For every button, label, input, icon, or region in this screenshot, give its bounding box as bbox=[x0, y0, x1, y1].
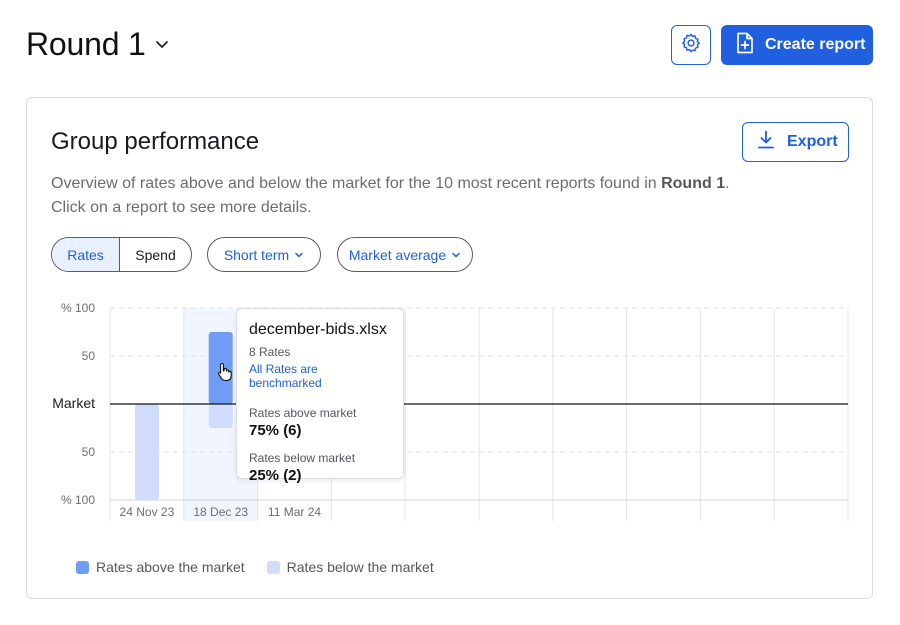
tooltip-above-value: 75% (6) bbox=[249, 422, 302, 439]
tooltip-below-label: Rates below market bbox=[249, 451, 356, 465]
legend-item-below: Rates below the market bbox=[266, 559, 434, 575]
x-tick-label: 24 Nov 23 bbox=[120, 505, 175, 519]
tooltip-file-name: december-bids.xlsx bbox=[249, 321, 387, 338]
y-tick-label: % 100 bbox=[61, 493, 95, 507]
performance-chart: 24 Nov 23 18 Dec 23 11 Mar 24 Market % 100 50… bbox=[52, 301, 849, 521]
pointer-hand-icon bbox=[217, 362, 233, 387]
x-tick-label: 18 Dec 23 bbox=[193, 505, 248, 519]
legend-label-below: Rates below the market bbox=[286, 559, 434, 575]
y-tick-label: 50 bbox=[82, 349, 96, 363]
y-tick-label: % 100 bbox=[61, 301, 95, 315]
bar-below-market bbox=[208, 404, 233, 428]
chart-area: 24 Nov 23 18 Dec 23 11 Mar 24 Market % 100 50… bbox=[0, 0, 900, 625]
chart-legend: Rates above the market Rates below the m… bbox=[76, 559, 456, 575]
x-tick-label: 11 Mar 24 bbox=[268, 505, 321, 519]
tooltip-below-value: 25% (2) bbox=[249, 467, 302, 484]
legend-label-above: Rates above the market bbox=[96, 559, 245, 575]
market-line-label: Market bbox=[52, 395, 95, 411]
legend-swatch-below bbox=[266, 560, 280, 574]
tooltip-rates-count: 8 Rates bbox=[249, 345, 291, 359]
bar-below-market bbox=[134, 404, 159, 500]
legend-item-above: Rates above the market bbox=[76, 559, 245, 575]
benchmark-link[interactable]: All Rates are benchmarked bbox=[249, 362, 391, 390]
y-tick-label: 50 bbox=[82, 445, 96, 459]
report-tooltip: december-bids.xlsx 8 Rates All Rates are… bbox=[236, 308, 404, 484]
legend-swatch-above bbox=[76, 560, 89, 574]
tooltip-above-label: Rates above market bbox=[249, 406, 357, 420]
